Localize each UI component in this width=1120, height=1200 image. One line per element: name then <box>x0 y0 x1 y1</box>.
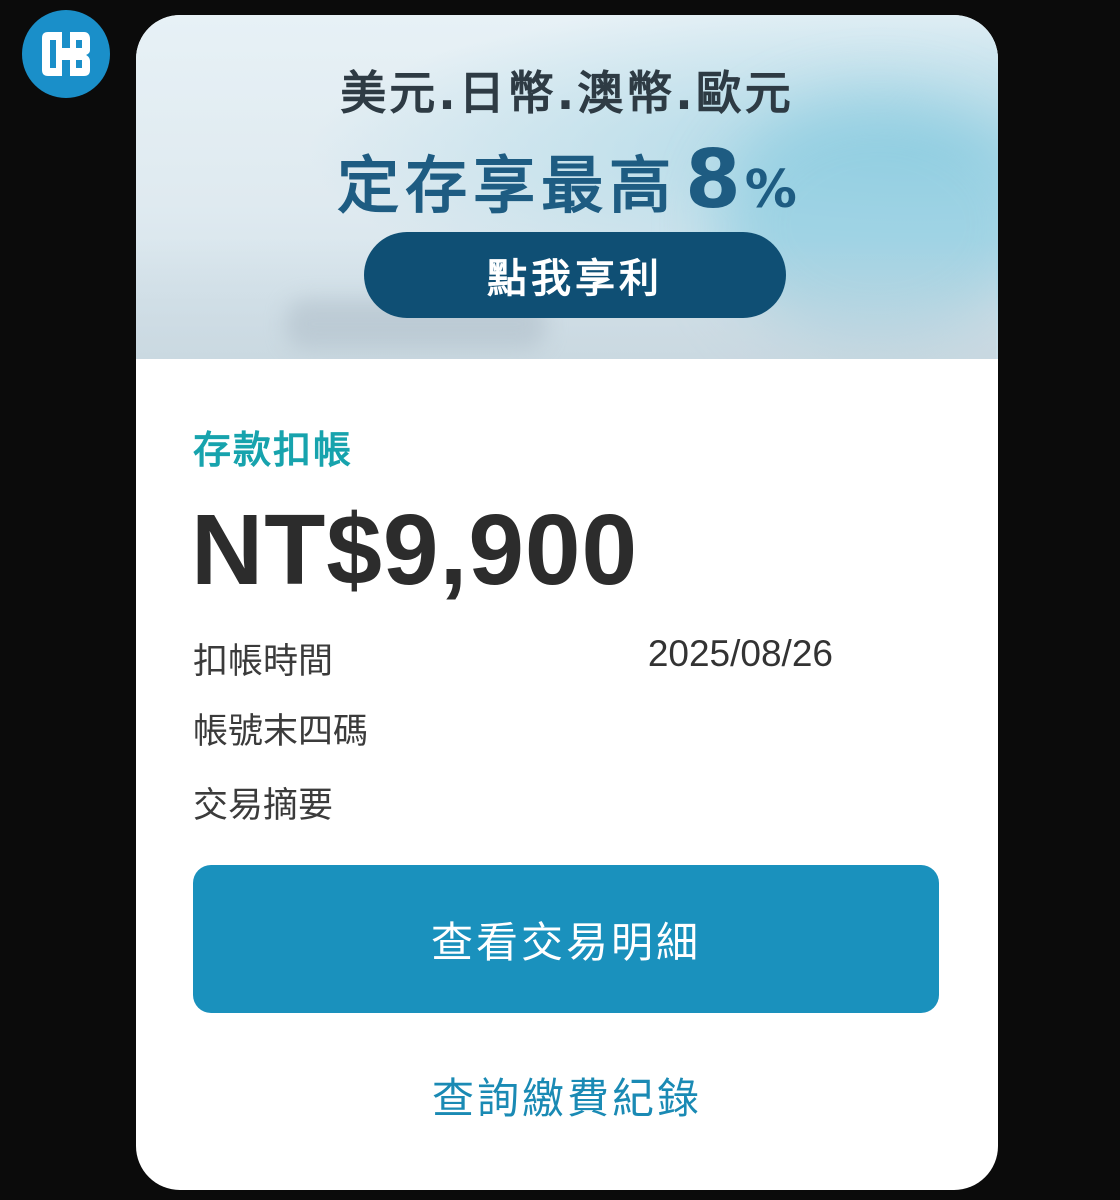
banner-rate-text: 定存享最高 <box>337 149 678 222</box>
transaction-notification-card: 美元.日幣.澳幣.歐元 定存享最高 8% 點我享利 存款扣帳 NT$9,900 扣… <box>136 15 998 1190</box>
bank-logo-icon <box>22 10 110 98</box>
banner-rate-percent: % <box>744 160 797 220</box>
banner-rate-headline: 定存享最高 8% <box>136 133 998 226</box>
bank-logo-glyph <box>42 32 90 76</box>
detail-label: 帳號末四碼 <box>193 712 369 752</box>
detail-label: 扣帳時間 <box>193 642 334 682</box>
promo-banner[interactable]: 美元.日幣.澳幣.歐元 定存享最高 8% 點我享利 <box>136 15 998 359</box>
detail-value: 2025/08/26 <box>647 633 833 674</box>
banner-currencies-text: 美元.日幣.澳幣.歐元 <box>340 66 794 120</box>
detail-row-debit-time: 扣帳時間 2025/08/26 <box>193 633 833 682</box>
transaction-amount: NT$9,900 <box>191 494 639 606</box>
banner-rate-number: 8 <box>685 133 741 226</box>
payment-history-link[interactable]: 查詢繳費紀錄 <box>136 1065 998 1126</box>
detail-row-summary: 交易摘要 <box>193 777 833 826</box>
screen: 美元.日幣.澳幣.歐元 定存享最高 8% 點我享利 存款扣帳 NT$9,900 扣… <box>0 0 1120 1200</box>
detail-row-account-last-four: 帳號末四碼 <box>193 703 833 752</box>
detail-label: 交易摘要 <box>193 786 334 826</box>
promo-cta-button[interactable]: 點我享利 <box>364 232 786 318</box>
view-transaction-details-button[interactable]: 查看交易明細 <box>193 865 939 1013</box>
transaction-type-label: 存款扣帳 <box>193 428 354 472</box>
